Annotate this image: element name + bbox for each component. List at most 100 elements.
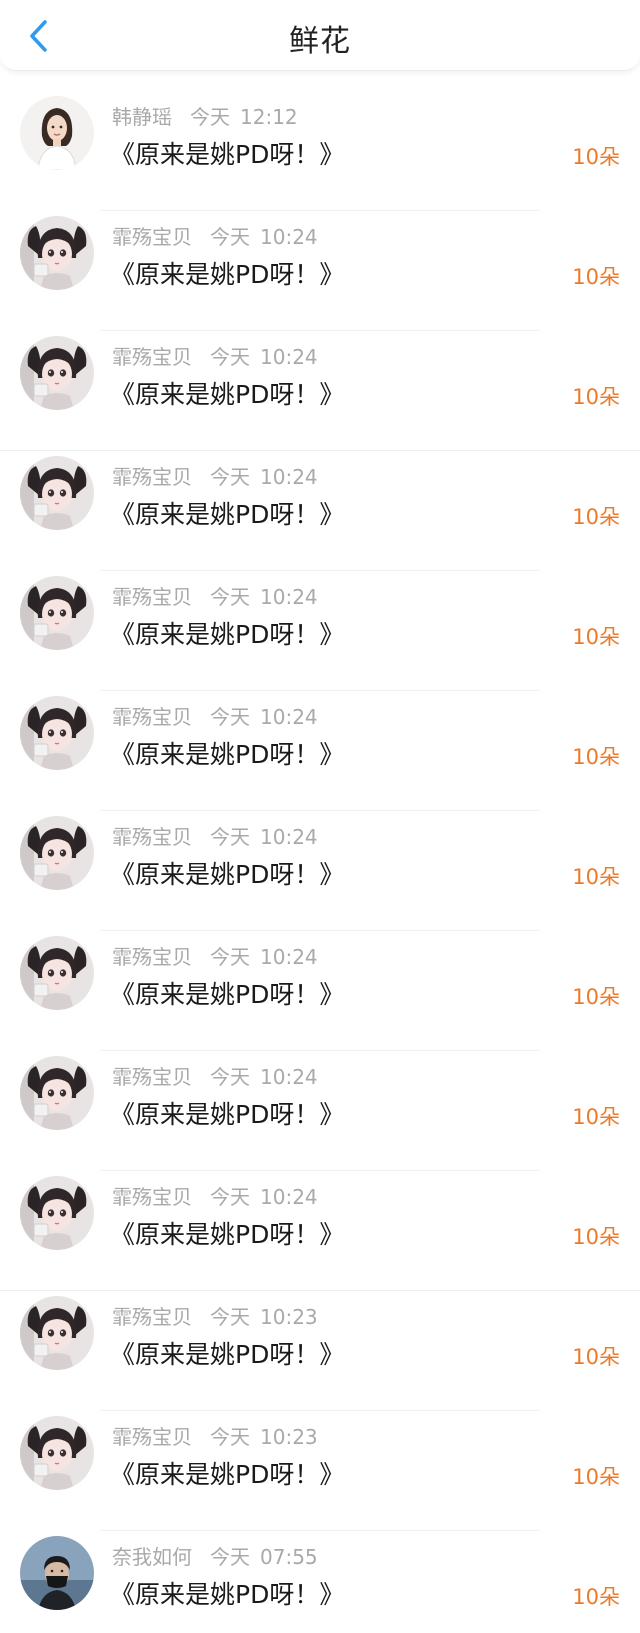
avatar[interactable] bbox=[20, 936, 94, 1010]
avatar[interactable] bbox=[20, 576, 94, 650]
avatar[interactable] bbox=[20, 1416, 94, 1490]
item-time: 10:23 bbox=[260, 1305, 318, 1329]
item-day: 今天 bbox=[210, 1545, 250, 1569]
avatar[interactable] bbox=[20, 1176, 94, 1250]
book-title: 《原来是姚PD呀！》 bbox=[110, 1580, 345, 1609]
item-meta: 霏殇宝贝 今天 10:24 bbox=[112, 941, 318, 970]
sender-name: 霏殇宝贝 bbox=[112, 585, 192, 609]
flower-count: 10朵 bbox=[572, 1225, 620, 1249]
flower-count: 10朵 bbox=[572, 745, 620, 769]
list-item[interactable]: 霏殇宝贝 今天 10:23 《原来是姚PD呀！》 10朵 bbox=[0, 1411, 640, 1531]
flower-count: 10朵 bbox=[572, 385, 620, 409]
item-time: 07:55 bbox=[260, 1545, 318, 1569]
sender-name: 霏殇宝贝 bbox=[112, 825, 192, 849]
item-day: 今天 bbox=[210, 585, 250, 609]
book-title: 《原来是姚PD呀！》 bbox=[110, 1220, 345, 1249]
flower-count: 10朵 bbox=[572, 865, 620, 889]
item-meta: 霏殇宝贝 今天 10:24 bbox=[112, 581, 318, 610]
item-meta: 霏殇宝贝 今天 10:24 bbox=[112, 341, 318, 370]
list-item[interactable]: 霏殇宝贝 今天 10:24 《原来是姚PD呀！》 10朵 bbox=[0, 211, 640, 331]
list-item[interactable]: 霏殇宝贝 今天 10:24 《原来是姚PD呀！》 10朵 bbox=[0, 571, 640, 691]
item-day: 今天 bbox=[210, 945, 250, 969]
sender-name: 霏殇宝贝 bbox=[112, 1185, 192, 1209]
item-time: 12:12 bbox=[240, 105, 298, 129]
avatar[interactable] bbox=[20, 456, 94, 530]
item-time: 10:24 bbox=[260, 345, 318, 369]
item-day: 今天 bbox=[190, 105, 230, 129]
item-time: 10:24 bbox=[260, 705, 318, 729]
flower-gift-list: 韩静瑶 今天 12:12 《原来是姚PD呀！》 10朵 霏殇宝贝 今天 10:24 《原… bbox=[0, 71, 640, 1633]
book-title: 《原来是姚PD呀！》 bbox=[110, 380, 345, 409]
item-time: 10:24 bbox=[260, 585, 318, 609]
item-meta: 霏殇宝贝 今天 10:24 bbox=[112, 461, 318, 490]
book-title: 《原来是姚PD呀！》 bbox=[110, 740, 345, 769]
flower-count: 10朵 bbox=[572, 505, 620, 529]
flower-count: 10朵 bbox=[572, 1585, 620, 1609]
book-title: 《原来是姚PD呀！》 bbox=[110, 1460, 345, 1489]
sender-name: 霏殇宝贝 bbox=[112, 1305, 192, 1329]
item-day: 今天 bbox=[210, 1305, 250, 1329]
item-meta: 奈我如何 今天 07:55 bbox=[112, 1541, 318, 1570]
list-item[interactable]: 霏殇宝贝 今天 10:24 《原来是姚PD呀！》 10朵 bbox=[0, 451, 640, 571]
item-day: 今天 bbox=[210, 345, 250, 369]
avatar[interactable] bbox=[20, 336, 94, 410]
item-time: 10:24 bbox=[260, 825, 318, 849]
sender-name: 霏殇宝贝 bbox=[112, 345, 192, 369]
avatar[interactable] bbox=[20, 1056, 94, 1130]
book-title: 《原来是姚PD呀！》 bbox=[110, 1100, 345, 1129]
item-meta: 韩静瑶 今天 12:12 bbox=[112, 101, 298, 130]
list-item[interactable]: 霏殇宝贝 今天 10:24 《原来是姚PD呀！》 10朵 bbox=[0, 331, 640, 451]
book-title: 《原来是姚PD呀！》 bbox=[110, 620, 345, 649]
list-item[interactable]: 霏殇宝贝 今天 10:24 《原来是姚PD呀！》 10朵 bbox=[0, 1051, 640, 1171]
book-title: 《原来是姚PD呀！》 bbox=[110, 980, 345, 1009]
top-nav-bar: 鲜花 bbox=[0, 0, 640, 71]
sender-name: 奈我如何 bbox=[112, 1545, 192, 1569]
sender-name: 霏殇宝贝 bbox=[112, 465, 192, 489]
sender-name: 霏殇宝贝 bbox=[112, 705, 192, 729]
flower-count: 10朵 bbox=[572, 1345, 620, 1369]
avatar[interactable] bbox=[20, 96, 94, 170]
list-item[interactable]: 霏殇宝贝 今天 10:24 《原来是姚PD呀！》 10朵 bbox=[0, 931, 640, 1051]
sender-name: 霏殇宝贝 bbox=[112, 225, 192, 249]
list-item[interactable]: 霏殇宝贝 今天 10:23 《原来是姚PD呀！》 10朵 bbox=[0, 1291, 640, 1411]
item-time: 10:23 bbox=[260, 1425, 318, 1449]
avatar[interactable] bbox=[20, 1536, 94, 1610]
book-title: 《原来是姚PD呀！》 bbox=[110, 260, 345, 289]
book-title: 《原来是姚PD呀！》 bbox=[110, 860, 345, 889]
book-title: 《原来是姚PD呀！》 bbox=[110, 500, 345, 529]
flower-count: 10朵 bbox=[572, 625, 620, 649]
flower-count: 10朵 bbox=[572, 265, 620, 289]
sender-name: 霏殇宝贝 bbox=[112, 1065, 192, 1089]
item-day: 今天 bbox=[210, 1065, 250, 1089]
item-time: 10:24 bbox=[260, 1065, 318, 1089]
list-item[interactable]: 奈我如何 今天 07:55 《原来是姚PD呀！》 10朵 bbox=[0, 1531, 640, 1633]
item-time: 10:24 bbox=[260, 945, 318, 969]
avatar[interactable] bbox=[20, 696, 94, 770]
avatar[interactable] bbox=[20, 816, 94, 890]
flower-count: 10朵 bbox=[572, 1105, 620, 1129]
item-meta: 霏殇宝贝 今天 10:24 bbox=[112, 1061, 318, 1090]
item-meta: 霏殇宝贝 今天 10:23 bbox=[112, 1301, 318, 1330]
list-item[interactable]: 霏殇宝贝 今天 10:24 《原来是姚PD呀！》 10朵 bbox=[0, 811, 640, 931]
item-meta: 霏殇宝贝 今天 10:24 bbox=[112, 821, 318, 850]
flower-count: 10朵 bbox=[572, 1465, 620, 1489]
item-day: 今天 bbox=[210, 1425, 250, 1449]
item-day: 今天 bbox=[210, 705, 250, 729]
avatar[interactable] bbox=[20, 1296, 94, 1370]
sender-name: 韩静瑶 bbox=[112, 105, 172, 129]
item-day: 今天 bbox=[210, 465, 250, 489]
item-meta: 霏殇宝贝 今天 10:23 bbox=[112, 1421, 318, 1450]
item-time: 10:24 bbox=[260, 225, 318, 249]
avatar[interactable] bbox=[20, 216, 94, 290]
list-item[interactable]: 霏殇宝贝 今天 10:24 《原来是姚PD呀！》 10朵 bbox=[0, 1171, 640, 1291]
item-time: 10:24 bbox=[260, 465, 318, 489]
item-meta: 霏殇宝贝 今天 10:24 bbox=[112, 1181, 318, 1210]
list-item[interactable]: 霏殇宝贝 今天 10:24 《原来是姚PD呀！》 10朵 bbox=[0, 691, 640, 811]
item-day: 今天 bbox=[210, 825, 250, 849]
book-title: 《原来是姚PD呀！》 bbox=[110, 1340, 345, 1369]
book-title: 《原来是姚PD呀！》 bbox=[110, 140, 345, 169]
sender-name: 霏殇宝贝 bbox=[112, 1425, 192, 1449]
flower-count: 10朵 bbox=[572, 985, 620, 1009]
item-time: 10:24 bbox=[260, 1185, 318, 1209]
list-item[interactable]: 韩静瑶 今天 12:12 《原来是姚PD呀！》 10朵 bbox=[0, 91, 640, 211]
